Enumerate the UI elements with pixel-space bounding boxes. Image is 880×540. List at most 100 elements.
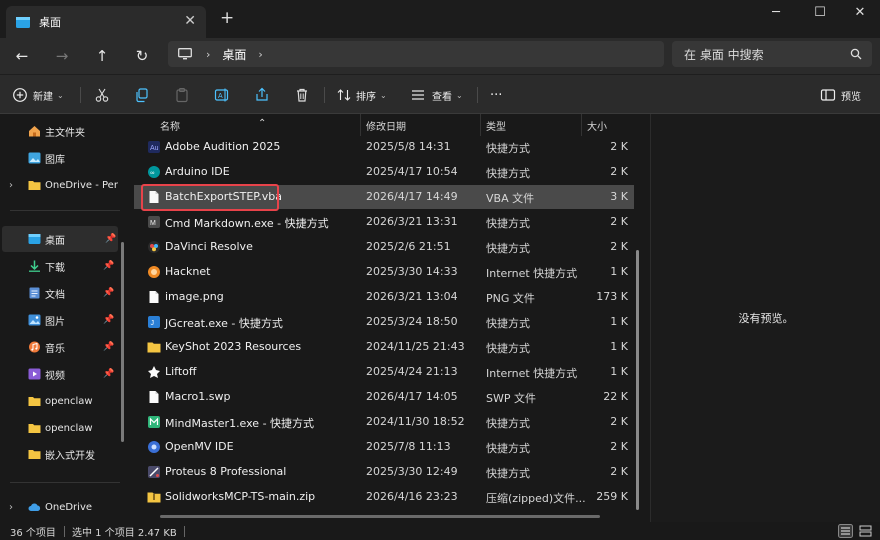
sort-button[interactable]: 排序 ⌄ [336,85,387,105]
file-list-scrollbar[interactable] [636,250,639,510]
file-row[interactable]: M Cmd Markdown.exe - 快捷方式 2026/3/21 13:3… [134,210,634,234]
file-name: Liftoff [165,365,197,378]
file-row[interactable]: Au Adobe Audition 2025 2025/5/8 14:31 快捷… [134,135,634,159]
file-row[interactable]: OpenMV IDE 2025/7/8 11:13 快捷方式 2 K [134,435,634,459]
view-button[interactable]: 查看 ⌄ [410,85,463,105]
column-header-type[interactable]: 类型 [486,118,506,133]
view-label: 查看 [432,91,452,103]
file-type: 快捷方式 [486,442,530,455]
minimize-button[interactable]: ─ [756,3,796,23]
horizontal-scrollbar[interactable] [160,515,600,518]
folder-shortcut-icon [147,342,161,353]
file-row[interactable]: Macro1.swp 2026/4/17 14:05 SWP 文件 22 K [134,385,634,409]
file-row[interactable]: ∞ Arduino IDE 2025/4/17 10:54 快捷方式 2 K [134,160,634,184]
up-button[interactable]: ↑ [92,46,112,66]
share-button[interactable] [254,85,270,105]
refresh-button[interactable]: ↻ [132,46,152,66]
file-row[interactable]: image.png 2026/3/21 13:04 PNG 文件 173 K [134,285,634,309]
file-size: 2 K [610,440,628,453]
search-icon[interactable] [850,48,862,60]
file-date: 2026/3/21 13:04 [366,290,458,303]
sidebar-item-openclaw-2[interactable]: openclaw [0,415,116,441]
delete-button[interactable] [294,85,310,105]
sidebar-item-desktop[interactable]: 桌面 📌 [2,226,118,252]
music-icon [29,341,40,353]
proteus-shortcut-icon [148,466,160,478]
file-row[interactable]: SolidworksMCP-TS-main.zip 2026/4/16 23:2… [134,485,634,509]
forward-button[interactable]: → [52,46,72,66]
paste-button[interactable] [174,85,190,105]
cmd-markdown-shortcut-icon: M [148,216,160,228]
sidebar-item-music[interactable]: 音乐 📌 [0,334,116,360]
sidebar-scrollbar[interactable] [121,242,124,442]
column-divider[interactable] [360,114,361,136]
chevron-right-icon[interactable]: › [9,180,13,191]
cut-button[interactable] [94,85,110,105]
svg-text:Au: Au [150,145,159,152]
file-date: 2025/3/30 12:49 [366,465,458,478]
file-row[interactable]: Hacknet 2025/3/30 14:33 Internet 快捷方式 1 … [134,260,634,284]
breadcrumb-desktop[interactable]: 桌面 [222,46,246,63]
new-button[interactable]: 新建 ⌄ [12,85,64,105]
plus-circle-icon [13,88,27,102]
maximize-button[interactable]: ☐ [800,3,840,23]
column-divider[interactable] [581,114,582,136]
file-row[interactable]: Proteus 8 Professional 2025/3/30 12:49 快… [134,460,634,484]
sidebar-item-onedrive-personal[interactable]: › OneDrive - Per [0,172,118,198]
address-bar[interactable]: › 桌面 › [168,41,664,67]
sidebar-item-pictures[interactable]: 图片 📌 [0,307,116,333]
details-view-icon[interactable] [838,524,853,538]
tab-close-icon[interactable]: ✕ [184,13,196,29]
sidebar-item-gallery[interactable]: 图库 [0,145,116,171]
liftoff-shortcut-icon [148,366,160,378]
sidebar-item-documents[interactable]: 文档 📌 [0,280,116,306]
column-divider[interactable] [480,114,481,136]
sidebar-item-label: 桌面 [45,235,65,247]
breadcrumb-separator[interactable]: › [206,48,210,61]
file-size: 1 K [610,365,628,378]
documents-icon [29,287,40,299]
breadcrumb-separator[interactable]: › [258,48,262,61]
sort-icon [337,89,351,101]
column-header-size[interactable]: 大小 [587,118,607,133]
search-input[interactable]: 在 桌面 中搜索 [672,41,872,67]
sidebar-item-onedrive[interactable]: › OneDrive [0,494,116,520]
file-row[interactable]: KeyShot 2023 Resources 2024/11/25 21:43 … [134,335,634,359]
file-type: 快捷方式 [486,167,530,180]
column-header-name[interactable]: 名称 [160,118,180,133]
more-options-button[interactable]: ··· [490,85,502,105]
column-header-row: 名称 ⌃ 修改日期 类型 大小 [134,114,644,136]
file-row[interactable]: MindMaster1.exe - 快捷方式 2024/11/30 18:52 … [134,410,634,434]
preview-pane-button[interactable]: 预览 [820,85,861,105]
sidebar-item-label: 图库 [45,154,65,166]
sidebar-item-label: 嵌入式开发 [45,450,95,462]
tiles-view-icon[interactable] [858,524,873,538]
file-date: 2025/5/8 14:31 [366,140,451,153]
sidebar-divider [10,482,120,483]
file-type: VBA 文件 [486,192,535,205]
back-button[interactable]: ← [12,46,32,66]
sidebar-item-label: OneDrive - Per [45,179,118,191]
file-row[interactable]: Liftoff 2025/4/24 21:13 Internet 快捷方式 1 … [134,360,634,384]
sidebar-item-home[interactable]: 主文件夹 [0,118,116,144]
status-bar: 36 个项目 选中 1 个项目 2.47 KB [0,522,880,540]
close-window-button[interactable]: ✕ [840,3,880,23]
pin-icon: 📌 [103,261,115,271]
sidebar-item-embedded-dev[interactable]: 嵌入式开发 [0,441,116,467]
chevron-right-icon[interactable]: › [9,502,13,513]
tab-desktop[interactable]: 桌面 ✕ [6,6,206,38]
sidebar-item-label: 图片 [45,316,65,328]
file-type: 快捷方式 [486,217,530,230]
file-name: image.png [165,290,224,303]
pictures-icon [28,314,41,326]
file-row[interactable]: J JGcreat.exe - 快捷方式 2025/3/24 18:50 快捷方… [134,310,634,334]
copy-button[interactable] [134,85,150,105]
file-row[interactable]: DaVinci Resolve 2025/2/6 21:51 快捷方式 2 K [134,235,634,259]
rename-button[interactable]: A [214,85,230,105]
new-tab-button[interactable]: + [220,8,234,28]
sidebar-item-openclaw[interactable]: openclaw [0,388,116,414]
sidebar-item-videos[interactable]: 视频 📌 [0,361,116,387]
file-type: PNG 文件 [486,292,535,305]
column-header-modified[interactable]: 修改日期 [366,118,406,133]
sidebar-item-downloads[interactable]: 下载 📌 [0,253,116,279]
